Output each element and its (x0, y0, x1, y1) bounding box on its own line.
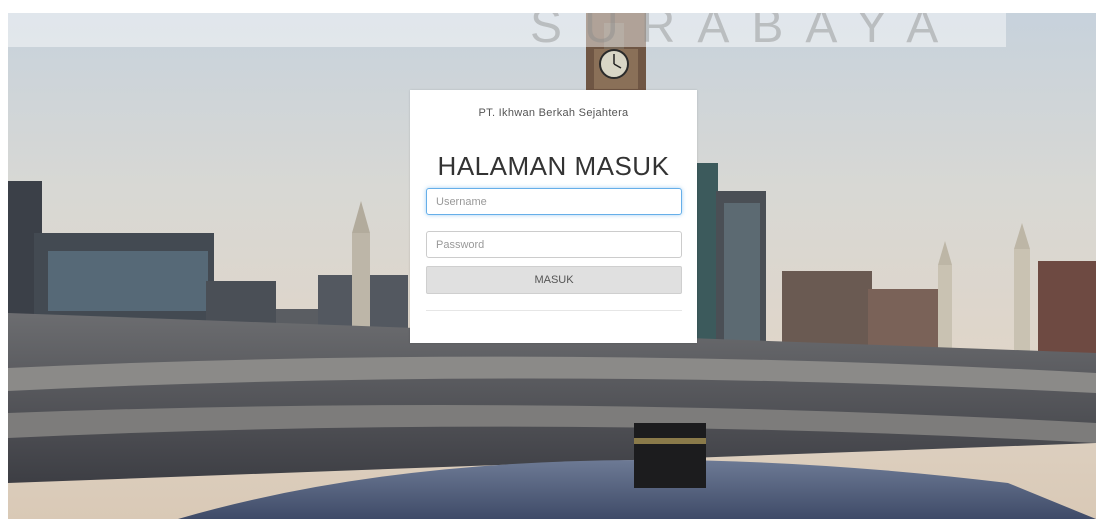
card-divider (426, 310, 682, 311)
watermark-text: SURABAYA (530, 13, 961, 53)
username-input[interactable] (426, 188, 682, 215)
page-title: HALAMAN MASUK (437, 151, 670, 181)
login-card: PT. Ikhwan Berkah Sejahtera HALAMAN MASU… (410, 90, 697, 343)
company-name: PT. Ikhwan Berkah Sejahtera (478, 107, 629, 119)
login-button[interactable]: MASUK (426, 266, 682, 294)
page-frame: SURABAYA PT. Ikhwan Berkah Sejahtera HAL… (8, 13, 1096, 519)
password-input[interactable] (426, 231, 682, 258)
